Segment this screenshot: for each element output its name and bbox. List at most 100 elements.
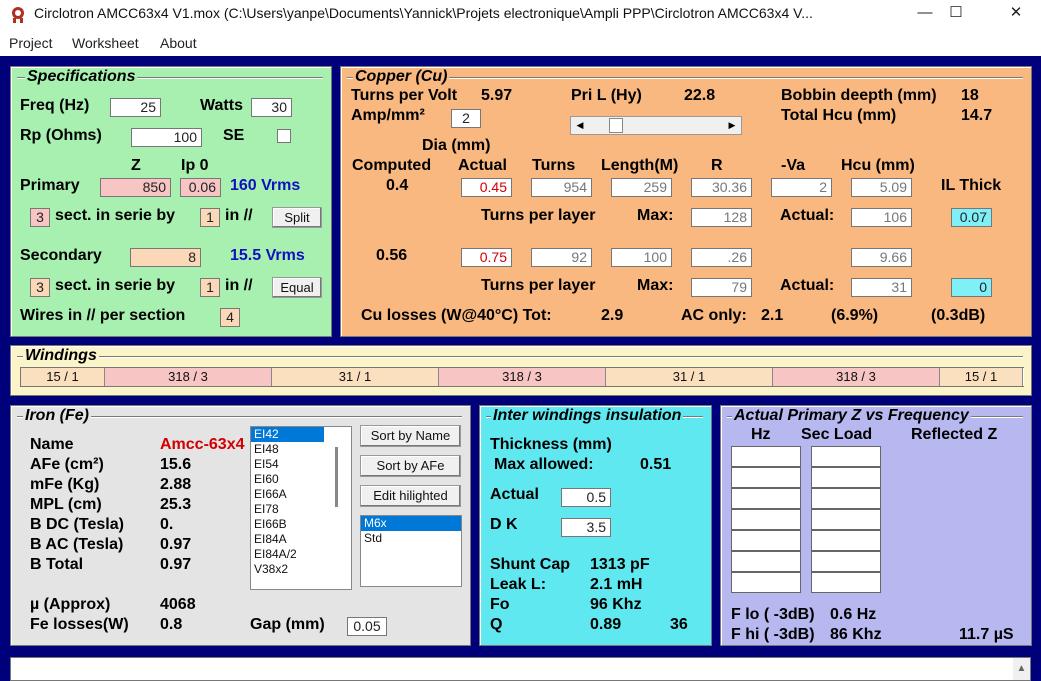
secondary-sections-input[interactable]: 3: [30, 278, 50, 297]
winding-segment[interactable]: 318 / 3: [439, 368, 606, 386]
leak-l-value: 2.1 mH: [590, 576, 643, 593]
menu-project[interactable]: Project: [9, 35, 53, 51]
wires-label: Wires in // per section: [20, 307, 186, 324]
material-list[interactable]: M6x Std: [360, 515, 462, 587]
edit-highlighted-button[interactable]: Edit hilighted: [360, 485, 461, 507]
q2-value: 36: [670, 616, 688, 633]
tpv-value: 5.97: [481, 87, 513, 104]
winding-segment[interactable]: 318 / 3: [773, 368, 940, 386]
mpl-value: 25.3: [160, 496, 192, 513]
secondary-il-thick-input[interactable]: 0: [951, 278, 992, 297]
primary-ip0-field[interactable]: 0.06: [180, 178, 221, 197]
primary-il-thick-input[interactable]: 0.07: [951, 208, 992, 227]
sec-load-cell[interactable]: [811, 467, 881, 488]
hz-cell[interactable]: [731, 446, 801, 467]
core-item[interactable]: EI66B: [251, 517, 351, 532]
primary-actual-input[interactable]: 0.45: [461, 178, 512, 197]
slider-thumb[interactable]: [609, 118, 623, 133]
frequency-panel: Actual Primary Z vs Frequency Hz Sec Loa…: [720, 405, 1032, 646]
wires-input[interactable]: 4: [220, 308, 240, 327]
menu-worksheet[interactable]: Worksheet: [72, 35, 139, 51]
slider-right-arrow-icon[interactable]: ▶: [724, 118, 740, 133]
ac-percent-value: (6.9%): [831, 307, 879, 324]
secondary-actual-input[interactable]: 0.75: [461, 248, 512, 267]
pril-slider[interactable]: ◀ ▶: [570, 116, 742, 135]
maximize-button[interactable]: ☐: [933, 0, 979, 30]
hz-cell[interactable]: [731, 530, 801, 551]
sec-load-cell[interactable]: [811, 446, 881, 467]
afe-value: 15.6: [160, 456, 192, 473]
sec-load-cell[interactable]: [811, 488, 881, 509]
hz-cell[interactable]: [731, 509, 801, 530]
bdc-value: 0.: [160, 516, 174, 533]
core-item[interactable]: EI42: [251, 427, 324, 442]
dk-input[interactable]: 3.5: [561, 518, 611, 537]
primary-parallel-input[interactable]: 1: [200, 208, 220, 227]
sec-load-cell[interactable]: [811, 551, 881, 572]
core-item[interactable]: V38x2: [251, 562, 351, 577]
sec-load-cell[interactable]: [811, 509, 881, 530]
equal-button[interactable]: Equal: [272, 277, 322, 298]
memo-scroll-up-icon[interactable]: ▲: [1013, 658, 1030, 680]
winding-segment[interactable]: 318 / 3: [105, 368, 272, 386]
insul-actual-input[interactable]: 0.5: [561, 488, 611, 507]
hz-cell[interactable]: [731, 488, 801, 509]
z-header: Z: [131, 157, 141, 174]
sec-load-cell[interactable]: [811, 530, 881, 551]
se-checkbox[interactable]: [277, 129, 291, 143]
primary-computed-value: 0.4: [386, 177, 409, 194]
primary-sections-input[interactable]: 3: [30, 208, 50, 227]
close-button[interactable]: ✕: [993, 0, 1039, 30]
winding-segment[interactable]: 31 / 1: [272, 368, 439, 386]
hz-cell[interactable]: [731, 467, 801, 488]
primary-r-field: 30.36: [691, 178, 752, 197]
primary-va-input[interactable]: 2: [771, 178, 832, 197]
sec-load-cell[interactable]: [811, 572, 881, 593]
core-item[interactable]: EI84A/2: [251, 547, 351, 562]
freq-input[interactable]: 25: [110, 98, 161, 117]
rise-time-value: 11.7 µS: [959, 626, 1014, 643]
menu-about[interactable]: About: [160, 35, 197, 51]
core-list-scrollbar[interactable]: [335, 447, 338, 507]
winding-segment[interactable]: 15 / 1: [940, 368, 1023, 386]
split-button[interactable]: Split: [272, 207, 322, 228]
secondary-hcu-field: 9.66: [851, 248, 912, 267]
hz-cell[interactable]: [731, 572, 801, 593]
insul-actual-label: Actual: [490, 486, 539, 503]
secondary-z-field[interactable]: 8: [130, 248, 201, 267]
material-item[interactable]: Std: [361, 531, 461, 546]
leak-l-label: Leak L:: [490, 576, 547, 593]
winding-segment[interactable]: 31 / 1: [606, 368, 773, 386]
sort-by-name-button[interactable]: Sort by Name: [360, 425, 461, 447]
secondary-parallel-input[interactable]: 1: [200, 278, 220, 297]
primary-z-field[interactable]: 850: [100, 178, 171, 197]
btotal-value: 0.97: [160, 556, 192, 573]
notes-memo[interactable]: ▲: [10, 657, 1031, 681]
ac-only-label: AC only:: [681, 307, 747, 324]
slider-left-arrow-icon[interactable]: ◀: [572, 118, 588, 133]
bobbin-label: Bobbin deepth (mm): [781, 87, 937, 104]
primary-actual-tpl-field: 106: [851, 208, 912, 227]
menu-bar: Project Worksheet About: [0, 31, 1041, 56]
watts-input[interactable]: 30: [251, 98, 292, 117]
secondary-sect-text: sect. in serie by: [55, 277, 176, 294]
primary-tpl-label: Turns per layer: [481, 207, 596, 224]
amp-input[interactable]: 2: [451, 109, 481, 128]
shunt-cap-value: 1313 pF: [590, 556, 650, 573]
rp-input[interactable]: 100: [131, 128, 202, 147]
material-item[interactable]: M6x: [361, 516, 461, 531]
gap-input[interactable]: 0.05: [347, 617, 387, 636]
winding-segment[interactable]: 15 / 1: [21, 368, 105, 386]
secondary-turns-field: 92: [531, 248, 592, 267]
fe-losses-label: Fe losses(W): [30, 616, 129, 633]
sort-by-afe-button[interactable]: Sort by AFe: [360, 455, 461, 477]
total-hcu-label: Total Hcu (mm): [781, 107, 897, 124]
hz-cell[interactable]: [731, 551, 801, 572]
hcu-header: Hcu (mm): [841, 157, 915, 174]
core-item[interactable]: EI84A: [251, 532, 351, 547]
sec-load-header: Sec Load: [801, 426, 873, 443]
freq-label: Freq (Hz): [20, 97, 90, 114]
dia-header: Dia (mm): [422, 137, 491, 154]
primary-label: Primary: [20, 177, 80, 194]
core-list[interactable]: EI42 EI48 EI54 EI60 EI66A EI78 EI66B EI8…: [250, 426, 352, 590]
